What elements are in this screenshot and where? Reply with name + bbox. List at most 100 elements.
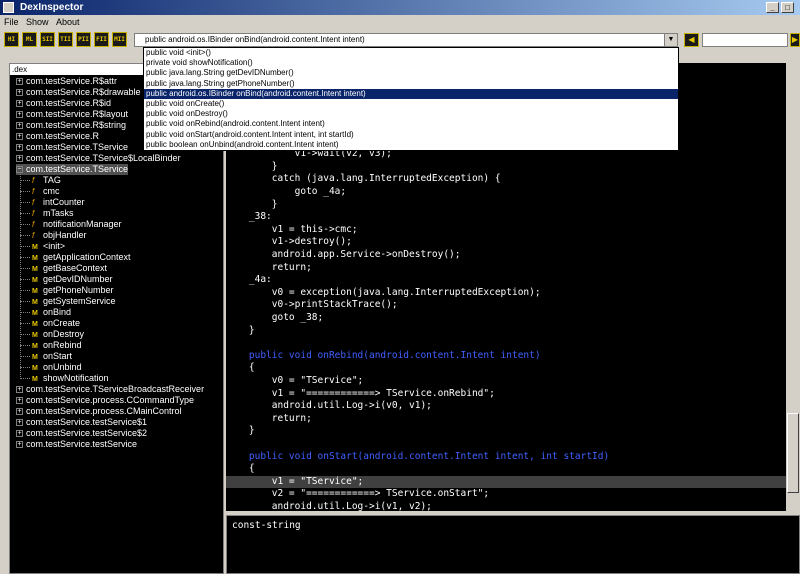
tree-method-node[interactable]: MonBind <box>32 307 71 318</box>
collapse-icon[interactable]: − <box>16 166 23 174</box>
method-selector[interactable]: public android.os.IBinder onBind(android… <box>134 33 678 47</box>
toolbar-button-pii[interactable]: PII <box>76 32 91 47</box>
tree-field-node[interactable]: f mTasks <box>32 208 74 219</box>
dropdown-item[interactable]: public void onCreate() <box>144 99 678 109</box>
toolbar-button-hi[interactable]: HI <box>4 32 19 47</box>
toolbar-button-mii[interactable]: MII <box>112 32 127 47</box>
code-line: goto _4a; <box>226 186 347 197</box>
tree-method-node[interactable]: MonCreate <box>32 318 80 329</box>
expand-icon[interactable]: + <box>16 122 23 130</box>
expand-icon[interactable]: + <box>16 155 23 163</box>
tree-method-node[interactable]: M <init> <box>32 241 65 252</box>
tree-node-label: onCreate <box>43 318 81 328</box>
app-window: DexInspector _ □ File Show About HI ML S… <box>0 0 800 574</box>
app-icon <box>3 2 14 13</box>
tree-class-node[interactable]: + com.testService.TService <box>16 142 128 153</box>
tree-method-node[interactable]: MgetApplicationContext <box>32 252 131 263</box>
expand-icon[interactable]: + <box>16 386 23 394</box>
code-line: return; <box>226 412 312 424</box>
field-icon: f <box>32 209 35 218</box>
dropdown-item[interactable]: public void onRebind(android.content.Int… <box>144 119 678 129</box>
code-line: public void onRebind(android.content.Int… <box>226 349 541 361</box>
tree-method-node[interactable]: MgetDevIDNumber <box>32 274 113 285</box>
tree-field-node[interactable]: f cmc <box>32 186 60 197</box>
address-input[interactable] <box>702 33 788 47</box>
dropdown-item[interactable]: public boolean onUnbind(android.content.… <box>144 140 678 150</box>
tree-node-label: getBaseContext <box>43 263 108 273</box>
menu-about[interactable]: About <box>56 15 80 30</box>
tree-node-label: com.testService.R$string <box>26 120 127 130</box>
expand-icon[interactable]: + <box>16 89 23 97</box>
expand-icon[interactable]: + <box>16 397 23 405</box>
tree-class-node[interactable]: + com.testService.R$drawable <box>16 87 141 98</box>
chevron-down-icon[interactable]: ▼ <box>664 34 677 46</box>
tree-method-node[interactable]: MonStart <box>32 351 72 362</box>
tree-method-node[interactable]: MonUnbind <box>32 362 82 373</box>
tree-class-node[interactable]: + com.testService.testService$2 <box>16 428 147 439</box>
dropdown-item[interactable]: public void <init>() <box>144 48 678 58</box>
tree-class-node[interactable]: + com.testService.process.CMainControl <box>16 406 182 417</box>
tree-method-node[interactable]: MgetSystemService <box>32 296 116 307</box>
expand-icon[interactable]: + <box>16 133 23 141</box>
tree-node-label: com.testService.TServiceBroadcastReceive… <box>26 384 205 394</box>
tree-class-node[interactable]: + com.testService.process.CCommandType <box>16 395 194 406</box>
tree-class-node[interactable]: + com.testService.testService <box>16 439 137 450</box>
tree-node-label: intCounter <box>43 197 85 207</box>
tree-field-node[interactable]: f notificationManager <box>32 219 122 230</box>
tree-node-label: getPhoneNumber <box>43 285 114 295</box>
tree-class-node[interactable]: + com.testService.testService$1 <box>16 417 147 428</box>
dropdown-item[interactable]: public android.os.IBinder onBind(android… <box>144 88 678 99</box>
tree-method-node[interactable]: MonRebind <box>32 340 82 351</box>
tree-node-label: objHandler <box>43 230 87 240</box>
tree-node-label: getSystemService <box>43 296 116 306</box>
toolbar-button-ml[interactable]: ML <box>22 32 37 47</box>
tree-node-label: getApplicationContext <box>43 252 131 262</box>
menu-show[interactable]: Show <box>26 15 49 30</box>
code-line: v1->destroy(); <box>226 236 352 248</box>
expand-icon[interactable]: + <box>16 419 23 427</box>
tree-field-node[interactable]: f objHandler <box>32 230 87 241</box>
minimize-button[interactable]: _ <box>766 2 779 13</box>
dropdown-item[interactable]: public void onStart(android.content.Inte… <box>144 130 678 140</box>
tree-class-node[interactable]: + com.testService.R$id <box>16 98 111 109</box>
expand-icon[interactable]: + <box>16 144 23 152</box>
tree-class-node[interactable]: + com.testService.R$string <box>16 120 126 131</box>
dropdown-item[interactable]: private void showNotification() <box>144 58 678 68</box>
dropdown-item[interactable]: public void onDestroy() <box>144 109 678 119</box>
tree-node-label: onBind <box>43 307 72 317</box>
code-scrollbar[interactable] <box>786 63 800 511</box>
expand-icon[interactable]: + <box>16 111 23 119</box>
menu-file[interactable]: File <box>4 15 19 30</box>
nav-next-icon[interactable]: ▶ <box>790 33 800 47</box>
expand-icon[interactable]: + <box>16 408 23 416</box>
tree-class-node[interactable]: + com.testService.TServiceBroadcastReceiv… <box>16 384 204 395</box>
tree-method-node[interactable]: MshowNotification <box>32 373 109 384</box>
tree-class-node[interactable]: + com.testService.R$layout <box>16 109 128 120</box>
scrollbar-thumb[interactable] <box>787 413 799 493</box>
tree-node-label: com.testService.R <box>26 131 100 141</box>
tree-field-node[interactable]: f TAG <box>32 175 61 186</box>
tree-method-node[interactable]: MgetBaseContext <box>32 263 107 274</box>
tree-node-label: <init> <box>43 241 66 251</box>
toolbar-button-sii[interactable]: SII <box>40 32 55 47</box>
toolbar-button-tii[interactable]: TII <box>58 32 73 47</box>
maximize-button[interactable]: □ <box>781 2 794 13</box>
code-line: goto _38; <box>226 312 324 323</box>
dropdown-item[interactable]: public java.lang.String getDevIDNumber() <box>144 68 678 78</box>
expand-icon[interactable]: + <box>16 100 23 108</box>
tree-field-node[interactable]: f intCounter <box>32 197 85 208</box>
tree-class-node[interactable]: + com.testService.R <box>16 131 99 142</box>
nav-prev-icon[interactable]: ◀ <box>684 33 699 47</box>
tree-class-node[interactable]: + com.testService.TService$LocalBinder <box>16 153 181 164</box>
tree-class-node[interactable]: + com.testService.R$attr <box>16 76 117 87</box>
tree-method-node[interactable]: MgetPhoneNumber <box>32 285 114 296</box>
expand-icon[interactable]: + <box>16 430 23 438</box>
dropdown-item[interactable]: public java.lang.String getPhoneNumber() <box>144 79 678 89</box>
field-icon: f <box>32 198 35 207</box>
expand-icon[interactable]: + <box>16 78 23 86</box>
tree-method-node[interactable]: MonDestroy <box>32 329 84 340</box>
expand-icon[interactable]: + <box>16 441 23 449</box>
tree-class-node[interactable]: − com.testService.TService <box>16 164 129 175</box>
instruction-info-panel: const-string <box>226 515 800 574</box>
toolbar-button-fii[interactable]: FII <box>94 32 109 47</box>
